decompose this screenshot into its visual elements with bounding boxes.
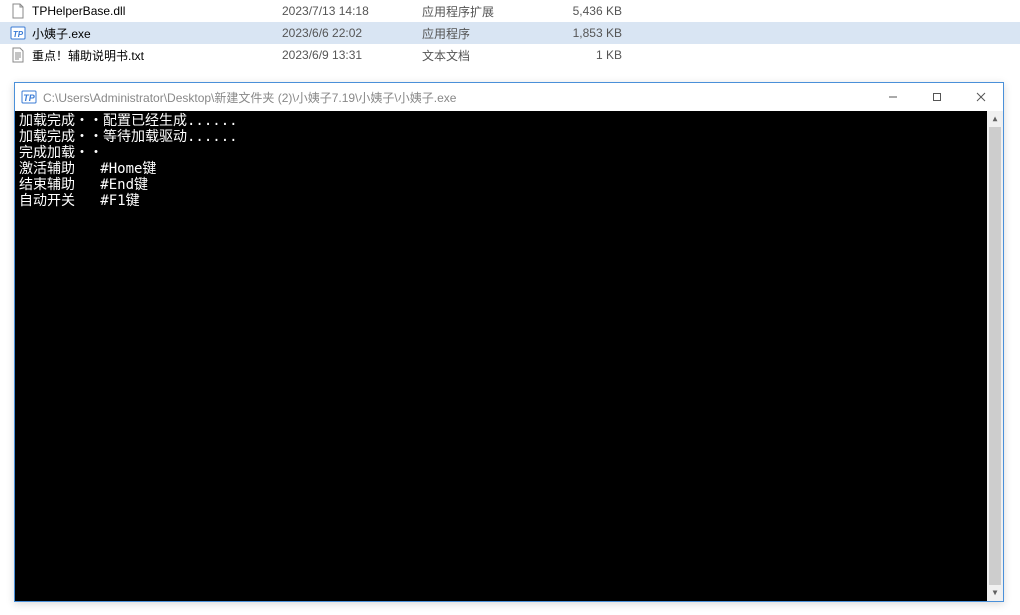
- console-line: 结束辅助 #End键: [19, 177, 999, 193]
- file-size: 1 KB: [542, 48, 622, 62]
- titlebar[interactable]: TP C:\Users\Administrator\Desktop\新建文件夹 …: [15, 83, 1003, 111]
- file-type: 应用程序: [422, 25, 542, 42]
- file-date: 2023/7/13 14:18: [282, 4, 422, 18]
- file-icon: [10, 3, 26, 19]
- file-size: 5,436 KB: [542, 4, 622, 18]
- file-name: 小姨子.exe: [32, 25, 282, 42]
- console-line: 加载完成・・配置已经生成......: [19, 113, 999, 129]
- file-row[interactable]: TPHelperBase.dll2023/7/13 14:18应用程序扩展5,4…: [0, 0, 1020, 22]
- scroll-thumb[interactable]: [989, 127, 1001, 585]
- close-button[interactable]: [959, 83, 1003, 111]
- scroll-track[interactable]: [987, 127, 1003, 585]
- scroll-up-arrow[interactable]: ▲: [987, 111, 1003, 127]
- minimize-button[interactable]: [871, 83, 915, 111]
- console-content: 加载完成・・配置已经生成......加载完成・・等待加载驱动......完成加载…: [19, 113, 999, 209]
- scrollbar[interactable]: ▲ ▼: [987, 111, 1003, 601]
- file-type: 应用程序扩展: [422, 3, 542, 20]
- console-line: 自动开关 #F1键: [19, 193, 999, 209]
- svg-text:TP: TP: [23, 93, 35, 103]
- file-type: 文本文档: [422, 47, 542, 64]
- window-controls: [871, 83, 1003, 111]
- console-window: TP C:\Users\Administrator\Desktop\新建文件夹 …: [14, 82, 1004, 602]
- console-line: 激活辅助 #Home键: [19, 161, 999, 177]
- file-size: 1,853 KB: [542, 26, 622, 40]
- console-body[interactable]: 加载完成・・配置已经生成......加载完成・・等待加载驱动......完成加载…: [15, 111, 1003, 601]
- maximize-button[interactable]: [915, 83, 959, 111]
- file-list: TPHelperBase.dll2023/7/13 14:18应用程序扩展5,4…: [0, 0, 1020, 66]
- scroll-down-arrow[interactable]: ▼: [987, 585, 1003, 601]
- console-line: 完成加载・・: [19, 145, 999, 161]
- file-icon: TP: [10, 25, 26, 41]
- file-icon: [10, 47, 26, 63]
- file-date: 2023/6/9 13:31: [282, 48, 422, 62]
- file-row[interactable]: TP 小姨子.exe2023/6/6 22:02应用程序1,853 KB: [0, 22, 1020, 44]
- file-row[interactable]: 重点！辅助说明书.txt2023/6/9 13:31文本文档1 KB: [0, 44, 1020, 66]
- file-date: 2023/6/6 22:02: [282, 26, 422, 40]
- app-icon: TP: [21, 89, 37, 105]
- console-line: 加载完成・・等待加载驱动......: [19, 129, 999, 145]
- svg-text:TP: TP: [13, 30, 24, 39]
- window-title: C:\Users\Administrator\Desktop\新建文件夹 (2)…: [43, 89, 871, 106]
- file-name: 重点！辅助说明书.txt: [32, 47, 282, 64]
- file-name: TPHelperBase.dll: [32, 4, 282, 18]
